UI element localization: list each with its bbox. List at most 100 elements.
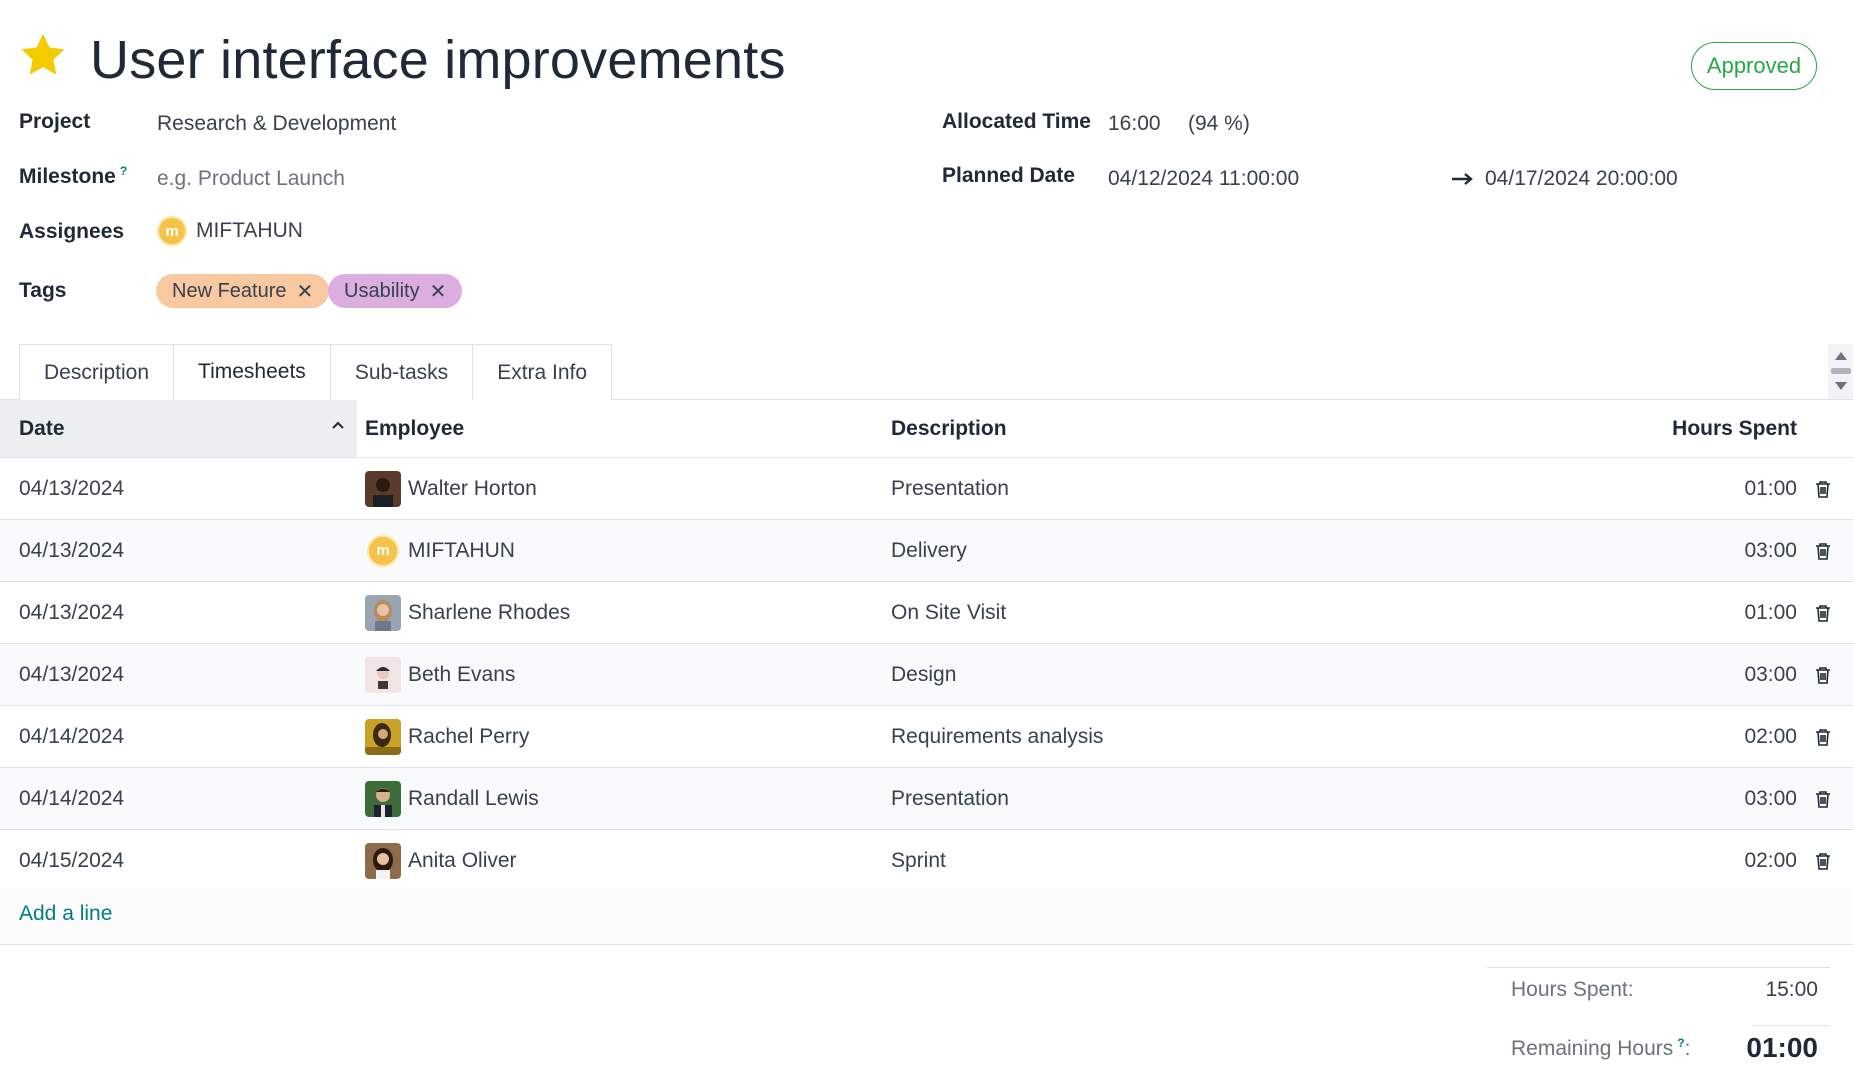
hours-cell[interactable]: 03:00 [1744, 768, 1797, 829]
hours-spent-total: Hours Spent: 15:00 [1487, 978, 1830, 1002]
scroll-down-icon[interactable] [1835, 382, 1847, 390]
add-line-row [0, 888, 1853, 945]
trash-icon[interactable] [1813, 520, 1833, 581]
scroll-up-icon[interactable] [1835, 352, 1847, 360]
employee-name: Sharlene Rhodes [408, 600, 571, 624]
table-row[interactable]: 04/13/2024 Beth Evans Design 03:00 [0, 644, 1853, 706]
trash-icon[interactable] [1813, 768, 1833, 829]
trash-icon[interactable] [1813, 644, 1833, 705]
allocated-percent: (94 %) [1188, 112, 1250, 135]
trash-icon[interactable] [1813, 582, 1833, 643]
date-cell[interactable]: 04/13/2024 [19, 644, 124, 705]
tab-sub-tasks[interactable]: Sub-tasks [329, 344, 474, 400]
employee-cell[interactable]: Rachel Perry [365, 706, 529, 767]
avatar [365, 594, 401, 631]
totals-panel: Hours Spent: 15:00 Remaining Hours?: 01:… [1487, 967, 1830, 1063]
avatar [365, 718, 401, 755]
hours-spent-value: 15:00 [1765, 978, 1818, 1001]
column-header-date-label: Date [19, 416, 65, 440]
tag-usability[interactable]: Usability ✕ [328, 274, 463, 308]
status-badge[interactable]: Approved [1691, 42, 1817, 90]
tag-label: New Feature [172, 279, 287, 302]
milestone-label-text: Milestone [19, 165, 116, 188]
avatar [365, 656, 401, 693]
table-row[interactable]: 04/15/2024 Anita Oliver Sprint 02:00 [0, 830, 1853, 892]
employee-cell[interactable]: Anita Oliver [365, 830, 517, 891]
avatar [365, 842, 401, 879]
tag-label: Usability [344, 279, 420, 302]
table-row[interactable]: 04/13/2024 Walter Horton Presentation 01… [0, 458, 1853, 520]
add-line-button[interactable]: Add a line [19, 902, 112, 926]
remaining-hours-value: 01:00 [1746, 1032, 1818, 1063]
allocated-time-field[interactable]: 16:00 [1108, 112, 1161, 136]
description-cell[interactable]: On Site Visit [891, 582, 1006, 643]
description-cell[interactable]: Presentation [891, 768, 1009, 829]
description-cell[interactable]: Delivery [891, 520, 967, 581]
close-icon[interactable]: ✕ [297, 279, 314, 304]
avatar: m [367, 534, 399, 567]
assignee-name: MIFTAHUN [196, 219, 303, 242]
description-cell[interactable]: Requirements analysis [891, 706, 1103, 767]
column-header-date[interactable]: Date [0, 400, 357, 457]
table-header: Date Employee Description Hours Spent [0, 400, 1853, 458]
description-cell[interactable]: Presentation [891, 458, 1009, 519]
employee-cell[interactable]: Walter Horton [365, 458, 537, 519]
help-icon[interactable]: ? [120, 164, 127, 178]
project-field[interactable]: Research & Development [157, 112, 396, 136]
tags-label: Tags [19, 279, 67, 302]
description-cell[interactable]: Design [891, 644, 956, 705]
hours-cell[interactable]: 01:00 [1744, 582, 1797, 643]
assignee-chip[interactable]: m MIFTAHUN [157, 216, 303, 246]
avatar: m [157, 216, 187, 246]
date-cell[interactable]: 04/13/2024 [19, 458, 124, 519]
task-title[interactable]: User interface improvements [90, 28, 786, 92]
divider [1752, 1025, 1830, 1026]
employee-cell[interactable]: Sharlene Rhodes [365, 582, 570, 643]
hours-cell[interactable]: 01:00 [1744, 458, 1797, 519]
date-cell[interactable]: 04/14/2024 [19, 706, 124, 767]
employee-cell[interactable]: Randall Lewis [365, 768, 539, 829]
date-cell[interactable]: 04/15/2024 [19, 830, 124, 891]
project-label: Project [19, 110, 91, 133]
close-icon[interactable]: ✕ [430, 279, 447, 304]
remaining-hours-label-text: Remaining Hours [1511, 1036, 1674, 1060]
trash-icon[interactable] [1813, 458, 1833, 519]
employee-name: Randall Lewis [408, 786, 539, 810]
trash-icon[interactable] [1813, 706, 1833, 767]
tab-extra-info[interactable]: Extra Info [472, 344, 613, 400]
date-cell[interactable]: 04/14/2024 [19, 768, 124, 829]
hours-cell[interactable]: 02:00 [1744, 706, 1797, 767]
tag-new-feature[interactable]: New Feature ✕ [156, 274, 330, 308]
planned-end-field[interactable]: 04/17/2024 20:00:00 [1485, 167, 1678, 191]
table-row[interactable]: 04/14/2024 Randall Lewis Presentation 03… [0, 768, 1853, 830]
remaining-hours-colon: : [1684, 1036, 1691, 1060]
hours-cell[interactable]: 03:00 [1744, 520, 1797, 581]
planned-start-field[interactable]: 04/12/2024 11:00:00 [1108, 167, 1299, 191]
table-row[interactable]: 04/14/2024 Rachel Perry Requirements ana… [0, 706, 1853, 768]
milestone-field[interactable]: e.g. Product Launch [157, 167, 345, 191]
table-row[interactable]: 04/13/2024 Sharlene Rhodes On Site Visit… [0, 582, 1853, 644]
table-row[interactable]: 04/13/2024 m MIFTAHUN Delivery 03:00 [0, 520, 1853, 582]
description-cell[interactable]: Sprint [891, 830, 946, 891]
avatar [365, 470, 401, 507]
date-cell[interactable]: 04/13/2024 [19, 520, 124, 581]
help-icon[interactable]: ? [1677, 1036, 1684, 1050]
hours-cell[interactable]: 03:00 [1744, 644, 1797, 705]
scrollbar[interactable] [1828, 344, 1853, 399]
tab-description[interactable]: Description [19, 344, 175, 400]
tab-bar: Description Timesheets Sub-tasks Extra I… [19, 344, 613, 400]
employee-name: Anita Oliver [408, 848, 517, 872]
employee-cell[interactable]: m MIFTAHUN [365, 520, 515, 581]
trash-icon[interactable] [1813, 830, 1833, 891]
remaining-hours-total: Remaining Hours?: 01:00 [1487, 1032, 1830, 1064]
scroll-thumb[interactable] [1831, 368, 1851, 374]
column-header-hours[interactable]: Hours Spent [1672, 400, 1797, 457]
date-cell[interactable]: 04/13/2024 [19, 582, 124, 643]
tab-timesheets[interactable]: Timesheets [173, 344, 331, 400]
column-header-employee[interactable]: Employee [365, 400, 464, 457]
milestone-label: Milestone? [19, 164, 127, 189]
hours-cell[interactable]: 02:00 [1744, 830, 1797, 891]
column-header-description[interactable]: Description [891, 400, 1007, 457]
star-icon[interactable] [18, 30, 68, 80]
employee-cell[interactable]: Beth Evans [365, 644, 515, 705]
